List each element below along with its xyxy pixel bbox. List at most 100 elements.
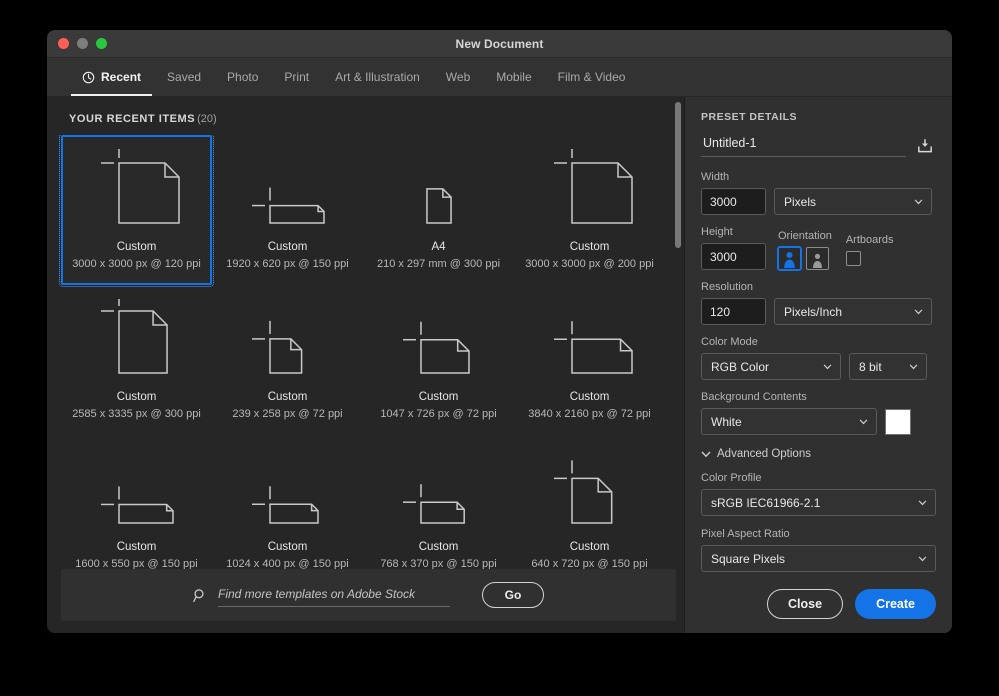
width-units-select[interactable]: Pixels <box>774 188 932 215</box>
template-card[interactable]: Custom 640 x 720 px @ 150 ppi <box>514 435 665 569</box>
advanced-options-label: Advanced Options <box>717 448 811 460</box>
window-title: New Document <box>47 37 952 51</box>
pixel-aspect-value: Square Pixels <box>711 552 785 566</box>
screen: New Document RecentSaved Photo PrintArt & … <box>0 0 999 696</box>
category-tabbar: RecentSaved Photo PrintArt & Illustration W… <box>47 58 952 97</box>
document-icon <box>365 293 512 390</box>
template-title: Custom <box>570 540 610 555</box>
background-color-swatch[interactable] <box>885 409 911 435</box>
save-preset-icon[interactable] <box>914 135 936 157</box>
template-card[interactable]: Custom 3000 x 3000 px @ 120 ppi <box>61 135 212 285</box>
templates-scroll-area[interactable]: Custom 3000 x 3000 px @ 120 ppi Custom1920… <box>47 135 684 569</box>
resolution-input[interactable] <box>701 298 766 325</box>
template-dimensions: 239 x 258 px @ 72 ppi <box>232 407 342 421</box>
stock-search-go-button[interactable]: Go <box>482 582 544 608</box>
orientation-landscape-button[interactable] <box>806 247 829 270</box>
landscape-icon <box>808 249 827 268</box>
background-row: White <box>701 408 936 435</box>
close-button[interactable]: Close <box>767 589 843 619</box>
advanced-options-toggle[interactable]: Advanced Options <box>701 448 936 460</box>
template-card[interactable]: Custom2585 x 3335 px @ 300 ppi <box>61 285 212 435</box>
resolution-units-select[interactable]: Pixels/Inch <box>774 298 932 325</box>
document-icon <box>214 143 361 240</box>
template-title: Custom <box>117 240 157 255</box>
document-icon <box>516 143 663 240</box>
chevron-down-icon <box>823 364 832 370</box>
tab-label: Photo <box>227 70 258 84</box>
template-card[interactable]: Custom1600 x 550 px @ 150 ppi <box>61 435 212 569</box>
pixel-aspect-label: Pixel Aspect Ratio <box>701 528 936 540</box>
tab-film-video[interactable]: Film & Video <box>545 58 639 96</box>
artboards-label: Artboards <box>846 234 894 246</box>
templates-grid: Custom 3000 x 3000 px @ 120 ppi Custom1920… <box>61 135 680 569</box>
clock-icon <box>82 71 95 84</box>
tab-saved[interactable]: Saved <box>154 58 214 96</box>
color-mode-field-group: Color Mode RGB Color 8 bit <box>701 336 936 391</box>
tab-web[interactable]: Web <box>433 58 483 96</box>
chevron-down-icon <box>909 364 918 370</box>
bit-depth-select[interactable]: 8 bit <box>849 353 927 380</box>
color-profile-select[interactable]: sRGB IEC61966-2.1 <box>701 489 936 516</box>
stock-search-input[interactable] <box>218 584 450 607</box>
dialog-body: YOUR RECENT ITEMS(20) Custom3000 x 3000 … <box>47 97 952 633</box>
template-card[interactable]: Custom 239 x 258 px @ 72 ppi <box>212 285 363 435</box>
preset-name-input[interactable] <box>701 134 906 157</box>
chevron-down-icon <box>918 556 927 562</box>
template-title: Custom <box>268 390 308 405</box>
template-title: Custom <box>268 540 308 555</box>
template-card[interactable]: Custom1920 x 620 px @ 150 ppi <box>212 135 363 285</box>
tab-photo[interactable]: Photo <box>214 58 271 96</box>
template-title: A4 <box>431 240 445 255</box>
document-icon <box>516 293 663 390</box>
template-title: Custom <box>268 240 308 255</box>
document-icon <box>365 143 512 240</box>
tab-label: Web <box>446 70 470 84</box>
templates-scrollbar[interactable] <box>674 102 682 573</box>
template-card[interactable]: Custom1047 x 726 px @ 72 ppi <box>363 285 514 435</box>
width-input[interactable] <box>701 188 766 215</box>
height-orientation-row: Height Orientation <box>701 226 936 270</box>
tab-label: Film & Video <box>558 70 626 84</box>
preset-name-row <box>701 134 936 157</box>
background-field-group: Background Contents White <box>701 391 936 443</box>
height-input[interactable] <box>701 243 766 270</box>
tab-print[interactable]: Print <box>271 58 322 96</box>
template-title: Custom <box>419 390 459 405</box>
template-dimensions: 3000 x 3000 px @ 120 ppi <box>72 257 201 271</box>
resolution-field-group: Resolution Pixels/Inch <box>701 281 936 336</box>
template-card[interactable]: Custom768 x 370 px @ 150 ppi <box>363 435 514 569</box>
tab-mobile[interactable]: Mobile <box>483 58 544 96</box>
document-icon <box>63 293 210 390</box>
template-card[interactable]: Custom3000 x 3000 px @ 200 ppi <box>514 135 665 285</box>
preset-details-body: PRESET DETAILS Width <box>685 97 952 575</box>
tab-art-illustration[interactable]: Art & Illustration <box>322 58 433 96</box>
scrollbar-thumb[interactable] <box>675 102 681 248</box>
template-card[interactable]: A4210 x 297 mm @ 300 ppi <box>363 135 514 285</box>
template-card[interactable]: Custom3840 x 2160 px @ 72 ppi <box>514 285 665 435</box>
document-icon <box>214 293 361 390</box>
portrait-icon <box>780 249 799 268</box>
tab-recent[interactable]: Recent <box>69 58 154 96</box>
minimize-window-button[interactable] <box>77 38 88 49</box>
pixel-aspect-select[interactable]: Square Pixels <box>701 545 936 572</box>
create-button[interactable]: Create <box>855 589 936 619</box>
template-dimensions: 640 x 720 px @ 150 ppi <box>531 557 647 569</box>
template-card[interactable]: Custom1024 x 400 px @ 150 ppi <box>212 435 363 569</box>
new-document-dialog: New Document RecentSaved Photo PrintArt & … <box>47 30 952 633</box>
resolution-row: Pixels/Inch <box>701 298 936 325</box>
stock-search-group: Go <box>193 582 544 608</box>
recent-items-title: YOUR RECENT ITEMS <box>69 113 195 125</box>
background-select[interactable]: White <box>701 408 877 435</box>
height-label: Height <box>701 226 766 238</box>
document-icon <box>63 443 210 540</box>
maximize-window-button[interactable] <box>96 38 107 49</box>
template-dimensions: 3000 x 3000 px @ 200 ppi <box>525 257 654 271</box>
tab-label: Mobile <box>496 70 531 84</box>
orientation-portrait-button[interactable] <box>778 247 801 270</box>
pixel-aspect-field-group: Pixel Aspect Ratio Square Pixels <box>701 528 936 572</box>
width-label: Width <box>701 171 936 183</box>
color-mode-row: RGB Color 8 bit <box>701 353 936 380</box>
color-mode-select[interactable]: RGB Color <box>701 353 841 380</box>
artboards-checkbox[interactable] <box>846 251 861 266</box>
close-window-button[interactable] <box>58 38 69 49</box>
